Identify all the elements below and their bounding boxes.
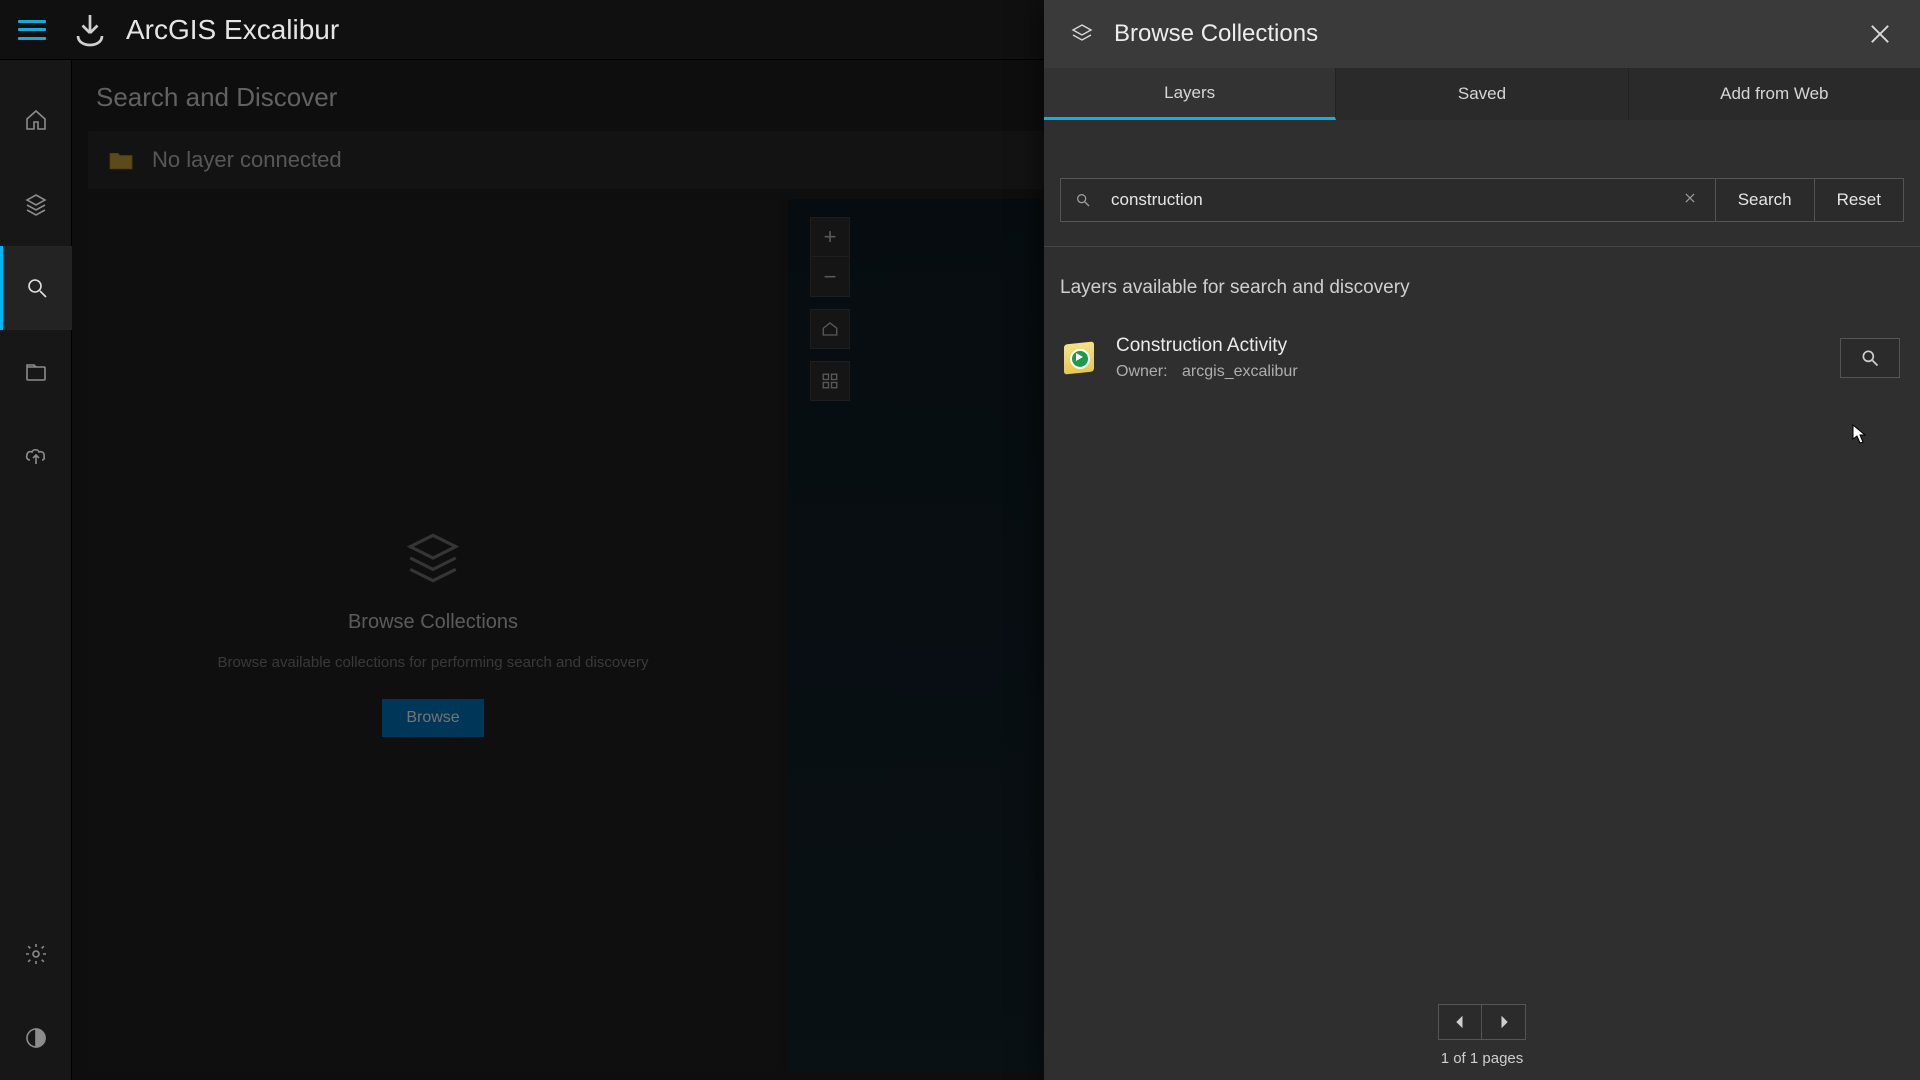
left-nav-rail [0,60,72,1080]
result-owner-label: Owner: [1116,363,1168,380]
pager-prev-button[interactable] [1438,1004,1482,1040]
clear-search-button[interactable] [1683,191,1701,209]
tab-add-from-web[interactable]: Add from Web [1629,68,1920,120]
reset-button[interactable]: Reset [1815,178,1904,222]
nav-projects[interactable] [0,330,72,414]
search-button[interactable]: Search [1716,178,1815,222]
results-section-label: Layers available for search and discover… [1060,277,1904,299]
panel-footer: 1 of 1 pages [1044,990,1920,1080]
layer-item-icon [1064,341,1094,374]
contrast-icon [24,1026,48,1050]
search-icon [25,276,49,300]
result-title: Construction Activity [1116,335,1840,357]
close-icon [1683,191,1697,205]
result-row[interactable]: Construction Activity Owner: arcgis_exca… [1060,325,1904,391]
nav-settings[interactable] [0,912,72,996]
app-logo-icon [72,12,108,48]
pager [1438,1004,1526,1040]
gear-icon [24,942,48,966]
browse-collections-panel: Browse Collections Layers Saved Add from… [1044,0,1920,1080]
tab-layers[interactable]: Layers [1044,68,1336,120]
upload-icon [24,444,48,468]
folder-icon [24,360,48,384]
nav-upload[interactable] [0,414,72,498]
panel-tabs: Layers Saved Add from Web [1044,68,1920,120]
result-owner-value: arcgis_excalibur [1182,363,1298,380]
search-icon [1860,348,1880,368]
panel-search-box [1060,178,1716,222]
tab-saved[interactable]: Saved [1336,68,1628,120]
nav-home[interactable] [0,78,72,162]
home-icon [24,108,48,132]
panel-search-input[interactable] [1109,189,1683,211]
search-icon [1075,192,1091,208]
nav-layers[interactable] [0,162,72,246]
panel-header: Browse Collections [1044,0,1920,68]
app-title: ArcGIS Excalibur [126,14,339,46]
result-owner: Owner: arcgis_excalibur [1116,363,1840,381]
pager-next-button[interactable] [1482,1004,1526,1040]
panel-close-button[interactable] [1866,20,1894,48]
hamburger-menu-button[interactable] [18,20,46,40]
layers-icon [1070,22,1094,46]
chevron-left-icon [1454,1016,1466,1028]
result-text: Construction Activity Owner: arcgis_exca… [1116,335,1840,381]
close-icon [1866,20,1894,48]
pager-text: 1 of 1 pages [1441,1050,1524,1067]
chevron-right-icon [1498,1016,1510,1028]
nav-search[interactable] [0,246,72,330]
layers-icon [24,192,48,216]
divider [1044,246,1920,247]
nav-theme[interactable] [0,996,72,1080]
panel-title: Browse Collections [1114,20,1866,48]
panel-search-row: Search Reset [1060,178,1904,222]
result-search-button[interactable] [1840,338,1900,378]
